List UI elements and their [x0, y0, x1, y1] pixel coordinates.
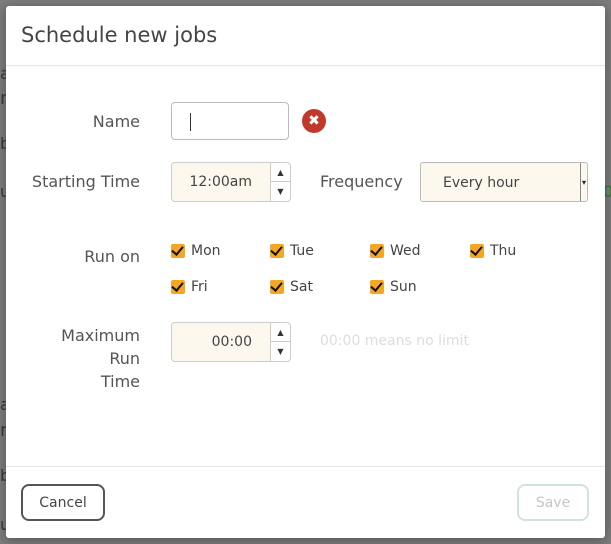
checkbox-checked-icon[interactable] — [270, 244, 284, 258]
name-label: Name — [92, 112, 140, 131]
cancel-button[interactable]: Cancel — [21, 484, 105, 521]
increment-arrow-icon[interactable]: ▲ — [271, 323, 290, 342]
dropdown-arrow-icon: ▾ — [580, 163, 587, 201]
spinner-buttons: ▲ ▼ — [270, 323, 290, 361]
day-label: Fri — [191, 279, 208, 295]
name-input[interactable] — [171, 102, 289, 140]
max-run-time-label-line1: Maximum Run — [61, 326, 140, 368]
max-run-time-hint: 00:00 means no limit — [320, 333, 469, 349]
times-circle-icon: ✖ — [308, 113, 320, 129]
checkbox-checked-icon[interactable] — [370, 280, 384, 294]
checkbox-checked-icon[interactable] — [470, 244, 484, 258]
clear-name-button[interactable]: ✖ — [302, 109, 326, 133]
day-checkbox-sun[interactable]: Sun — [370, 279, 417, 295]
day-checkbox-tue[interactable]: Tue — [270, 243, 314, 259]
dialog-title: Schedule new jobs — [21, 23, 218, 47]
max-run-time-label: Maximum Run Time — [26, 324, 140, 393]
dialog-header: Schedule new jobs — [6, 6, 605, 66]
day-checkbox-wed[interactable]: Wed — [370, 243, 421, 259]
checkbox-checked-icon[interactable] — [270, 280, 284, 294]
frequency-selected-value: Every hour — [443, 175, 520, 191]
decrement-arrow-icon[interactable]: ▼ — [271, 342, 290, 361]
dialog-footer: Cancel Save — [6, 466, 605, 539]
day-label: Tue — [290, 243, 314, 259]
increment-arrow-icon[interactable]: ▲ — [271, 163, 290, 182]
run-on-label: Run on — [84, 247, 140, 266]
frequency-select[interactable]: Every hour ▾ — [420, 162, 588, 202]
day-checkbox-sat[interactable]: Sat — [270, 279, 313, 295]
day-label: Wed — [390, 243, 421, 259]
day-label: Mon — [191, 243, 221, 259]
starting-time-spinner[interactable]: 12:00am ▲ ▼ — [171, 162, 291, 202]
text-caret — [190, 113, 191, 131]
day-checkbox-fri[interactable]: Fri — [171, 279, 208, 295]
checkbox-checked-icon[interactable] — [171, 244, 185, 258]
save-button[interactable]: Save — [517, 484, 589, 521]
spinner-buttons: ▲ ▼ — [270, 163, 290, 201]
max-run-time-label-line2: Time — [100, 372, 140, 391]
checkbox-checked-icon[interactable] — [370, 244, 384, 258]
max-run-time-value: 00:00 — [211, 334, 252, 350]
day-checkbox-mon[interactable]: Mon — [171, 243, 221, 259]
day-label: Sat — [290, 279, 313, 295]
max-run-time-spinner[interactable]: 00:00 ▲ ▼ — [171, 322, 291, 362]
starting-time-value: 12:00am — [189, 174, 252, 190]
day-checkbox-thu[interactable]: Thu — [470, 243, 516, 259]
starting-time-label: Starting Time — [31, 172, 140, 191]
day-label: Sun — [390, 279, 417, 295]
decrement-arrow-icon[interactable]: ▼ — [271, 182, 290, 201]
schedule-jobs-dialog: Schedule new jobs Name ✖ Starting Time 1… — [6, 6, 605, 538]
frequency-label: Frequency — [320, 172, 403, 191]
day-label: Thu — [490, 243, 517, 259]
checkbox-checked-icon[interactable] — [171, 280, 185, 294]
